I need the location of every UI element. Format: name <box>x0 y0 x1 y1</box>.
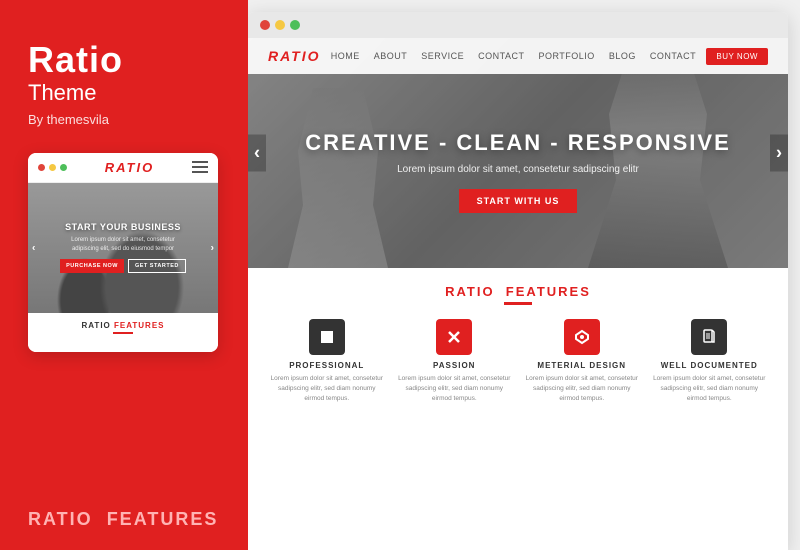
website-hero-title: CREATIVE - CLEAN - RESPONSIVE <box>305 130 731 156</box>
features-grid: PROFESSIONAL Lorem ipsum dolor sit amet,… <box>268 319 768 403</box>
feature-desc-professional: Lorem ipsum dolor sit amet, consetetur s… <box>268 374 386 403</box>
mobile-hero-content: START YOUR BUSINESS Lorem ipsum dolor si… <box>52 214 194 281</box>
nav-link-blog[interactable]: BLOG <box>609 51 636 61</box>
website-hero: RATIO HOME ABOUT SERVICE CONTACT PORTFOL… <box>248 38 788 268</box>
features-underline <box>504 302 532 305</box>
left-features-suffix: FEATURES <box>107 509 219 529</box>
feature-name-documented: WELL DOCUMENTED <box>661 361 758 370</box>
mobile-topbar: RATIO <box>28 153 218 183</box>
mobile-hero-title: START YOUR BUSINESS <box>60 222 186 232</box>
mobile-logo: RATIO <box>105 160 154 175</box>
website-features-section: RATIO FEATURES PROFESSIONAL Lorem ipsum … <box>248 268 788 419</box>
website-hero-cta-button[interactable]: START WITH US <box>459 189 578 213</box>
nav-link-about[interactable]: ABOUT <box>374 51 408 61</box>
website-hero-subtitle: Lorem ipsum dolor sit amet, consetetur s… <box>397 164 639 175</box>
nav-link-contact[interactable]: CONTACT <box>478 51 524 61</box>
left-features-prefix: RATIO <box>28 509 93 529</box>
feature-name-material: METERIAL DESIGN <box>537 361 626 370</box>
browser-dot-green <box>290 20 300 30</box>
mobile-hero-buttons: PURCHASE NOW GET STARTED <box>60 259 186 273</box>
right-panel: RATIO HOME ABOUT SERVICE CONTACT PORTFOL… <box>248 0 800 550</box>
feature-material: METERIAL DESIGN Lorem ipsum dolor sit am… <box>523 319 641 403</box>
feature-documented: WELL DOCUMENTED Lorem ipsum dolor sit am… <box>651 319 769 403</box>
hamburger-line <box>192 166 208 168</box>
brand-subtitle: Theme <box>28 80 96 106</box>
mobile-mockup: RATIO ‹ START YOUR BUSINESS Lorem ipsum … <box>28 153 218 352</box>
browser-topbar <box>248 12 788 38</box>
mobile-dots <box>38 164 67 171</box>
mobile-features-title-accent: FEATURES <box>114 321 165 330</box>
website-next-arrow[interactable]: › <box>770 135 788 172</box>
website-nav-cta[interactable]: BUY NOW <box>706 48 768 65</box>
browser-dot-red <box>260 20 270 30</box>
feature-icon-documented <box>691 319 727 355</box>
browser-mockup: RATIO HOME ABOUT SERVICE CONTACT PORTFOL… <box>248 12 788 550</box>
feature-icon-professional <box>309 319 345 355</box>
mobile-features-section: RATIO FEATURES <box>28 313 218 352</box>
material-icon <box>574 329 590 345</box>
left-panel: Ratio Theme By themesvila RATIO ‹ START … <box>0 0 248 550</box>
mobile-hero-subtitle: Lorem ipsum dolor sit amet, conseteturad… <box>60 236 186 253</box>
feature-name-professional: PROFESSIONAL <box>289 361 364 370</box>
mobile-dot-green <box>60 164 67 171</box>
features-prefix: RATIO <box>445 284 494 299</box>
website-features-header: RATIO FEATURES <box>268 284 768 299</box>
feature-professional: PROFESSIONAL Lorem ipsum dolor sit amet,… <box>268 319 386 403</box>
mobile-features-underline <box>113 332 133 334</box>
feature-passion: PASSION Lorem ipsum dolor sit amet, cons… <box>396 319 514 403</box>
nav-link-home[interactable]: HOME <box>331 51 360 61</box>
nav-link-contact2[interactable]: CONTACT <box>650 51 696 61</box>
mobile-purchase-button[interactable]: PURCHASE NOW <box>60 259 124 273</box>
website-nav-logo: RATIO <box>268 48 321 64</box>
documented-icon <box>701 329 717 345</box>
features-suffix: FEATURES <box>506 284 591 299</box>
feature-desc-documented: Lorem ipsum dolor sit amet, consetetur s… <box>651 374 769 403</box>
mobile-next-arrow[interactable]: › <box>211 242 214 253</box>
brand-title: Ratio <box>28 40 123 80</box>
feature-name-passion: PASSION <box>433 361 475 370</box>
professional-icon <box>319 329 335 345</box>
browser-dot-yellow <box>275 20 285 30</box>
left-bottom-features: RATIO FEATURES <box>28 499 220 530</box>
mobile-hamburger-icon[interactable] <box>192 161 208 173</box>
browser-dots <box>260 20 300 30</box>
feature-desc-passion: Lorem ipsum dolor sit amet, consetetur s… <box>396 374 514 403</box>
brand-by: By themesvila <box>28 112 109 127</box>
passion-icon <box>446 329 462 345</box>
website-nav: RATIO HOME ABOUT SERVICE CONTACT PORTFOL… <box>248 38 788 74</box>
feature-icon-passion <box>436 319 472 355</box>
mobile-started-button[interactable]: GET STARTED <box>128 259 186 273</box>
mobile-dot-red <box>38 164 45 171</box>
nav-link-service[interactable]: SERVICE <box>421 51 464 61</box>
website-content: RATIO HOME ABOUT SERVICE CONTACT PORTFOL… <box>248 38 788 550</box>
hamburger-line <box>192 171 208 173</box>
mobile-prev-arrow[interactable]: ‹ <box>32 242 35 253</box>
mobile-dot-yellow <box>49 164 56 171</box>
website-nav-links: HOME ABOUT SERVICE CONTACT PORTFOLIO BLO… <box>331 51 696 61</box>
feature-icon-material <box>564 319 600 355</box>
mobile-hero: ‹ START YOUR BUSINESS Lorem ipsum dolor … <box>28 183 218 313</box>
website-prev-arrow[interactable]: ‹ <box>248 135 266 172</box>
mobile-features-title: RATIO FEATURES <box>36 321 210 330</box>
nav-link-portfolio[interactable]: PORTFOLIO <box>538 51 594 61</box>
left-features-label: RATIO FEATURES <box>28 509 220 530</box>
hamburger-line <box>192 161 208 163</box>
feature-desc-material: Lorem ipsum dolor sit amet, consetetur s… <box>523 374 641 403</box>
